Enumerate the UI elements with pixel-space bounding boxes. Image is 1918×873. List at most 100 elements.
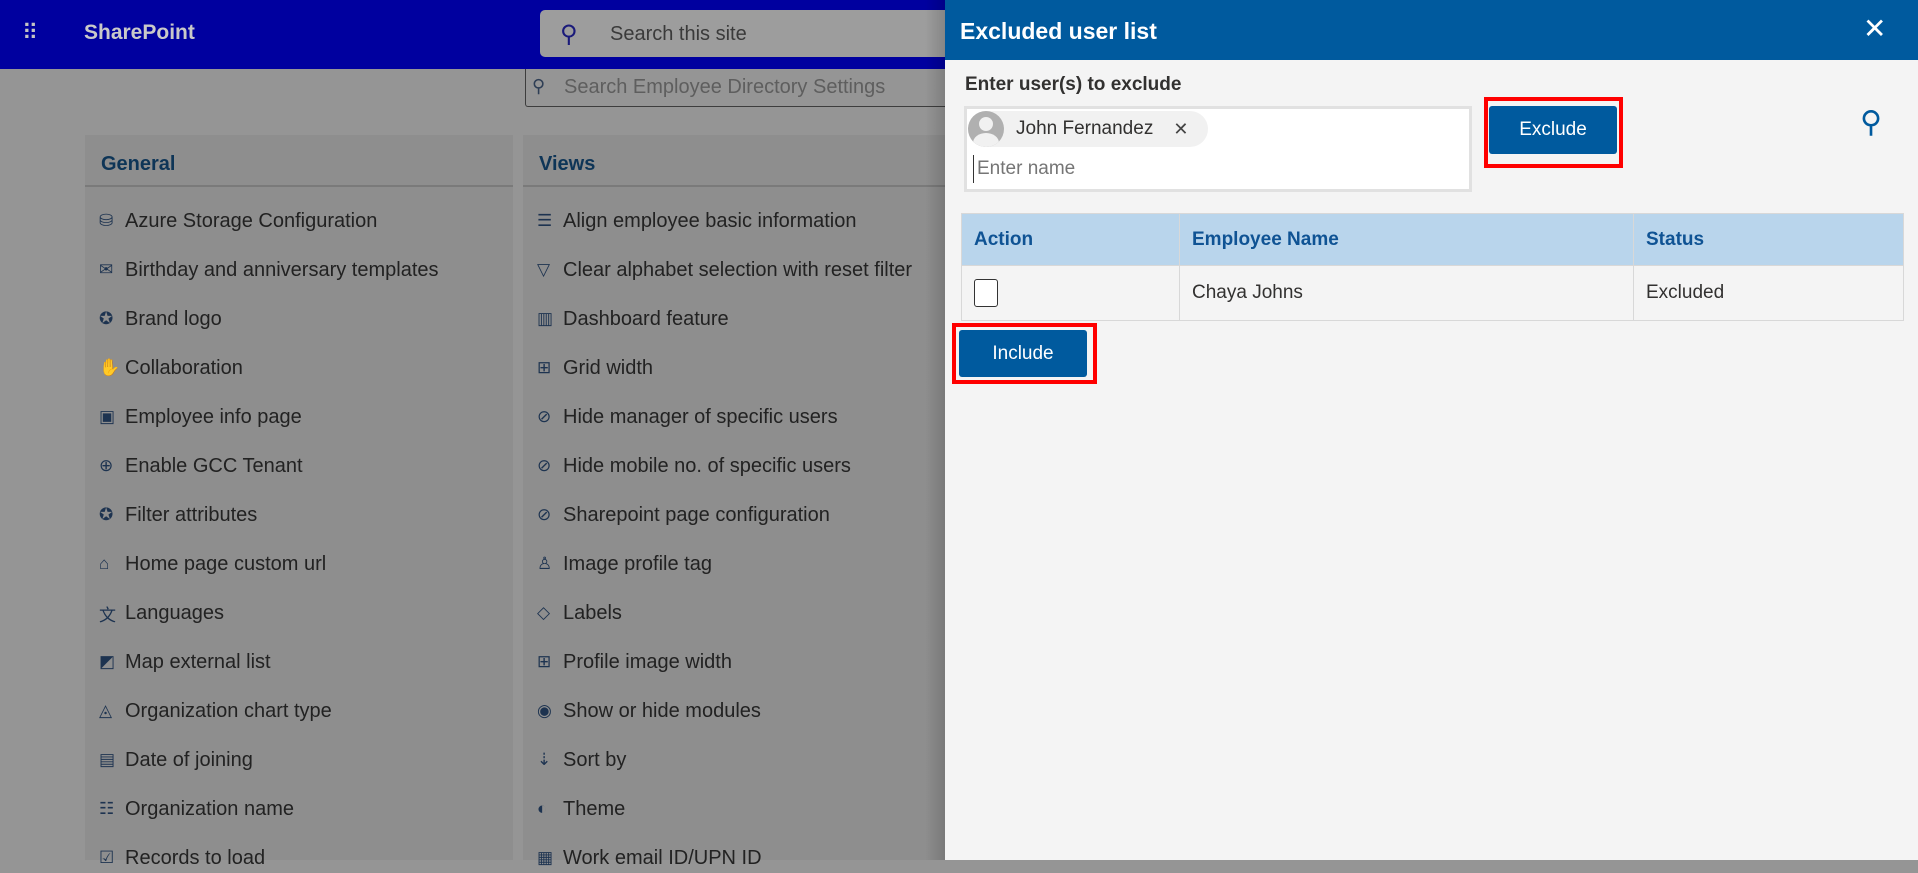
settings-item[interactable]: ☷ Organization name (99, 794, 294, 824)
settings-item[interactable]: ⊞ Profile image width (537, 647, 732, 677)
waffle-icon[interactable]: ⠿ (22, 20, 48, 46)
close-icon[interactable]: ✕ (1173, 119, 1188, 140)
excluded-users-table: Action Employee Name Status Chaya Johns … (961, 213, 1904, 321)
settings-item[interactable]: ⊞ Grid width (537, 353, 653, 383)
filter-icon: ▽ (537, 260, 551, 279)
settings-item[interactable]: ▣ Employee info page (99, 402, 302, 432)
column-header-status: Status (1633, 213, 1904, 266)
settings-item[interactable]: ▽ Clear alphabet selection with reset fil… (537, 255, 912, 285)
handshake-icon: ✋ (99, 358, 121, 377)
panel-header: Excluded user list ✕ (945, 0, 1918, 60)
settings-item[interactable]: 文 Languages (99, 598, 224, 628)
settings-item[interactable]: ✉ Birthday and anniversary templates (99, 255, 439, 285)
settings-item[interactable]: ▥ Dashboard feature (537, 304, 729, 334)
settings-search-placeholder: Search Employee Directory Settings (564, 76, 886, 98)
column-header-employee-name: Employee Name (1179, 213, 1634, 266)
search-icon: ⚲ (560, 21, 578, 48)
checkbox-icon: ☑ (99, 848, 115, 867)
area-chart-icon: ◬ (99, 701, 113, 720)
globe-icon: ⊕ (99, 456, 114, 475)
settings-item[interactable]: ⌂ Home page custom url (99, 549, 326, 579)
home-icon: ⌂ (99, 554, 110, 573)
exclude-button[interactable]: Exclude (1489, 106, 1617, 154)
settings-item[interactable]: ⊘ Hide manager of specific users (537, 402, 838, 432)
settings-item[interactable]: ⛁ Azure Storage Configuration (99, 206, 377, 236)
views-heading: Views (523, 135, 953, 187)
settings-item-label: Labels (563, 601, 622, 624)
table-row: Chaya Johns Excluded (961, 265, 1904, 321)
excluded-user-panel: Excluded user list ✕ Enter user(s) to ex… (945, 0, 1918, 860)
settings-item-label: Hide manager of specific users (563, 405, 838, 428)
database-icon: ⛁ (99, 211, 114, 230)
settings-item[interactable]: ✪ Brand logo (99, 304, 222, 334)
settings-item-label: Hide mobile no. of specific users (563, 454, 851, 477)
settings-item[interactable]: ☑ Records to load (99, 843, 265, 873)
settings-item[interactable]: ✋ Collaboration (99, 353, 243, 383)
settings-item-label: Profile image width (563, 650, 732, 673)
people-picker[interactable]: John Fernandez ✕ (964, 106, 1472, 192)
mail-folder-icon: ▦ (537, 848, 554, 867)
settings-item[interactable]: ◉ Show or hide modules (537, 696, 761, 726)
chip-name: John Fernandez (1016, 118, 1154, 139)
settings-item-label: Dashboard feature (563, 307, 729, 330)
settings-item-label: Theme (563, 797, 626, 820)
map-icon: ◩ (99, 652, 116, 671)
template-icon: ✉ (99, 260, 114, 279)
settings-item[interactable]: ✪ Filter attributes (99, 500, 257, 530)
settings-item[interactable]: ⊘ Hide mobile no. of specific users (537, 451, 851, 481)
settings-item-label: Show or hide modules (563, 699, 761, 722)
settings-item-label: Align employee basic information (563, 209, 857, 232)
settings-item[interactable]: ⇣ Sort by (537, 745, 626, 775)
settings-item-label: Work email ID/UPN ID (563, 846, 762, 869)
settings-item[interactable]: ◇ Labels (537, 598, 622, 628)
settings-item-label: Home page custom url (125, 552, 327, 575)
settings-item[interactable]: ♙ Image profile tag (537, 549, 712, 579)
grid-icon: ⊞ (537, 358, 552, 377)
include-button[interactable]: Include (959, 330, 1087, 377)
name-input[interactable] (973, 155, 1453, 183)
align-icon: ☰ (537, 211, 553, 230)
settings-item[interactable]: ⊕ Enable GCC Tenant (99, 451, 303, 481)
settings-item-label: Collaboration (125, 356, 243, 379)
org-chart-icon: ☷ (99, 799, 115, 818)
settings-item-label: Languages (125, 601, 224, 624)
brand-name[interactable]: SharePoint (84, 21, 195, 45)
filter-badge-icon: ✪ (99, 505, 114, 524)
settings-item[interactable]: ◬ Organization chart type (99, 696, 332, 726)
settings-item-label: Sharepoint page configuration (563, 503, 830, 526)
grid-icon: ⊞ (537, 652, 552, 671)
bar-chart-icon: ▥ (537, 309, 554, 328)
settings-item[interactable]: ☰ Align employee basic information (537, 206, 857, 236)
settings-item-label: Date of joining (125, 748, 253, 771)
settings-item-label: Image profile tag (563, 552, 712, 575)
user-chip[interactable]: John Fernandez ✕ (968, 111, 1208, 147)
settings-item[interactable]: ◩ Map external list (99, 647, 271, 677)
general-heading: General (85, 135, 513, 187)
settings-item-label: Records to load (125, 846, 266, 869)
panel-shadow (925, 0, 945, 860)
settings-item-label: Filter attributes (125, 503, 258, 526)
views-section: Views ☰ Align employee basic information ▽… (523, 135, 953, 869)
panel-title: Excluded user list (960, 18, 1157, 44)
translate-icon: 文 (99, 605, 116, 625)
row-checkbox[interactable] (974, 279, 998, 307)
settings-item[interactable]: ◐ Theme (537, 794, 625, 824)
settings-item[interactable]: ▤ Date of joining (99, 745, 253, 775)
palette-icon: ◐ (537, 799, 548, 818)
general-section: General ⛁ Azure Storage Configuration ✉ Bir… (85, 135, 513, 869)
settings-item-label: Employee info page (125, 405, 302, 428)
settings-item-label: Clear alphabet selection with reset filt… (563, 258, 913, 281)
close-icon[interactable]: ✕ (1863, 12, 1886, 45)
search-icon[interactable]: ⚲ (1860, 105, 1882, 140)
person-tag-icon: ♙ (537, 554, 553, 573)
settings-item-label: Enable GCC Tenant (125, 454, 303, 477)
settings-item[interactable]: ▦ Work email ID/UPN ID (537, 843, 762, 873)
settings-item-label: Grid width (563, 356, 654, 379)
settings-search-input[interactable]: ⚲ Search Employee Directory Settings (525, 69, 985, 107)
settings-item-label: Map external list (125, 650, 271, 673)
avatar (968, 111, 1004, 147)
exclude-users-label: Enter user(s) to exclude (965, 74, 1182, 95)
settings-item[interactable]: ⊘ Sharepoint page configuration (537, 500, 830, 530)
settings-item-label: Organization chart type (125, 699, 332, 722)
settings-item-label: Sort by (563, 748, 627, 771)
